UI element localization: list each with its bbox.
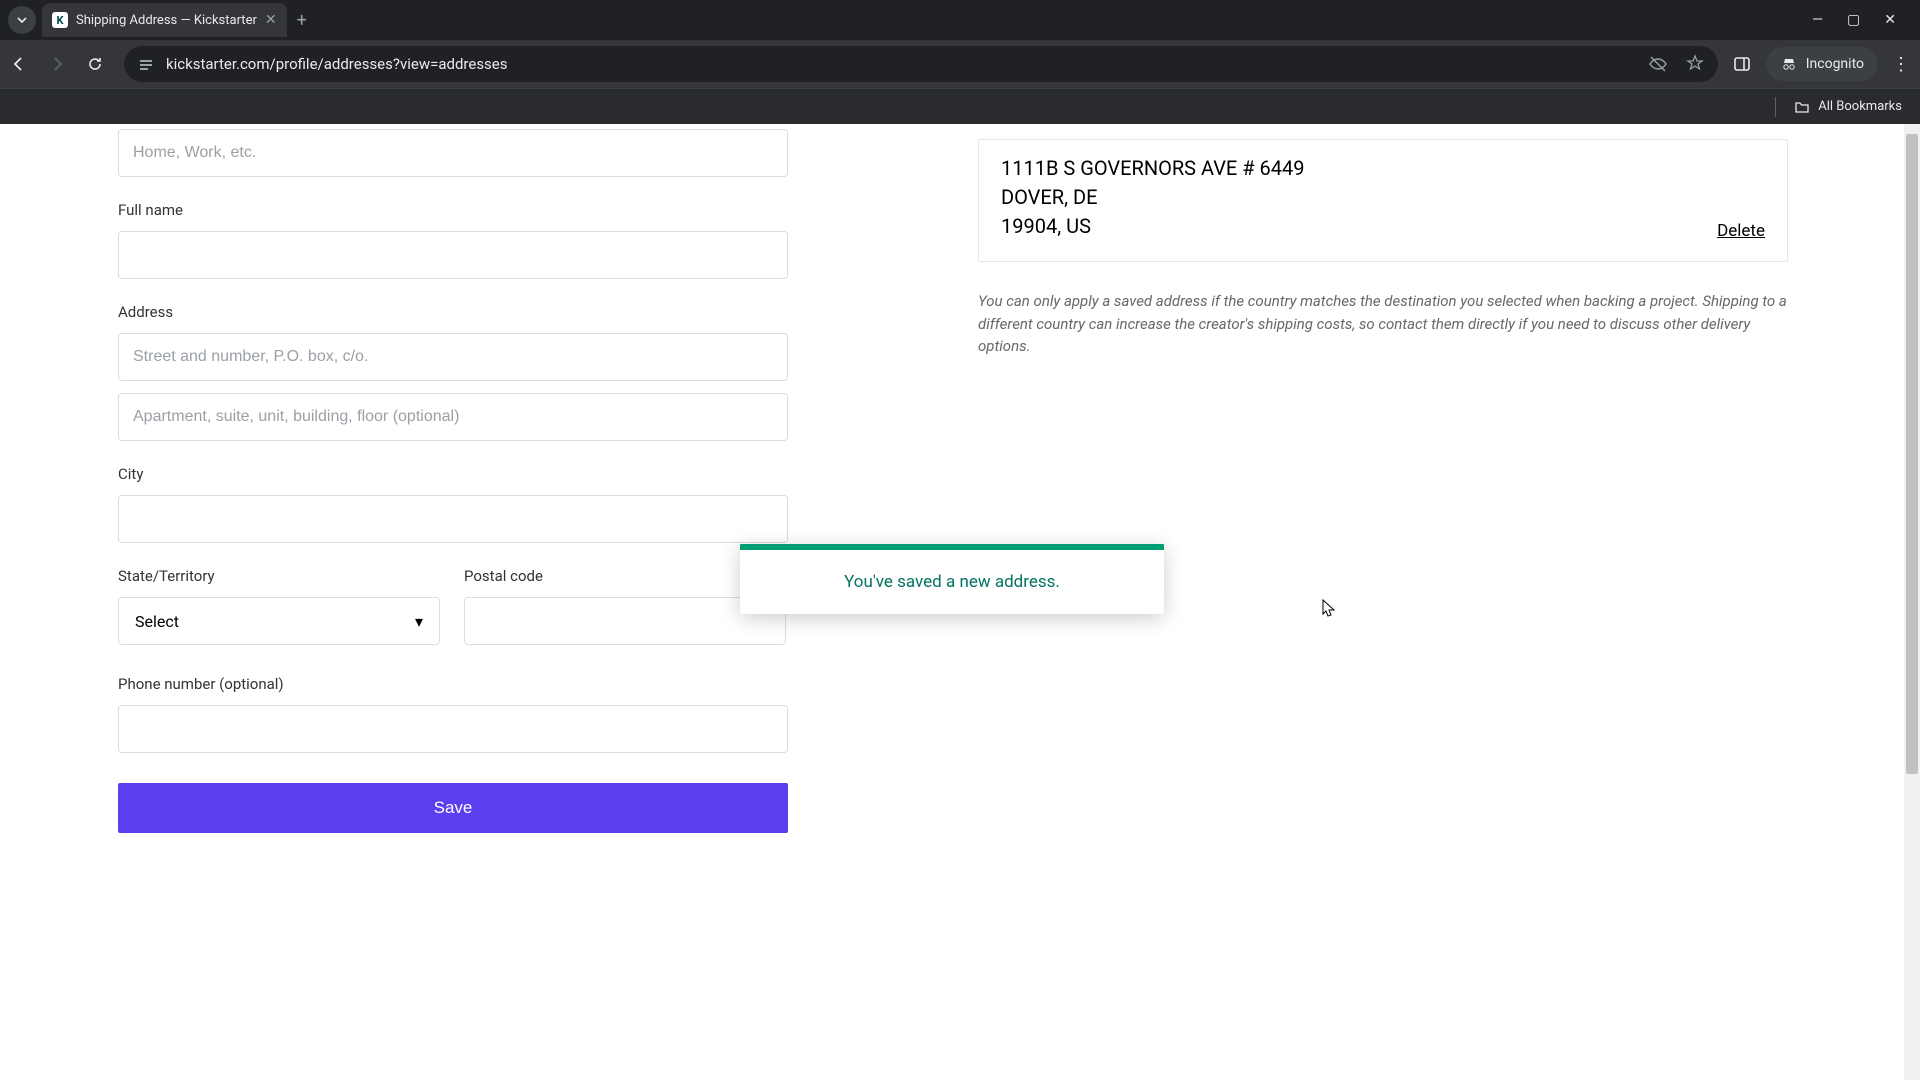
phone-input[interactable] [118, 705, 788, 753]
save-button[interactable]: Save [118, 783, 788, 833]
side-panel-icon[interactable] [1732, 54, 1752, 74]
toast-message: You've saved a new address. [740, 550, 1164, 614]
page-viewport: Full name Address City State/Territory S… [0, 124, 1920, 1080]
nickname-input[interactable] [118, 129, 788, 177]
window-controls: — ▢ ✕ [1812, 12, 1912, 28]
tab-search-button[interactable] [8, 6, 36, 34]
bookmarks-bar: All Bookmarks [0, 88, 1920, 124]
address-line-1: 1111B S GOVERNORS AVE # 6449 [1001, 154, 1305, 183]
bookmark-star-icon[interactable] [1686, 54, 1704, 74]
address-line-3: 19904, US [1001, 212, 1305, 241]
minimize-button[interactable]: — [1812, 12, 1823, 28]
shipping-note: You can only apply a saved address if th… [978, 290, 1788, 358]
address-line1-input[interactable] [118, 333, 788, 381]
address-bar[interactable]: kickstarter.com/profile/addresses?view=a… [124, 46, 1718, 82]
state-selected-value: Select [135, 612, 179, 631]
close-window-button[interactable]: ✕ [1884, 12, 1896, 28]
address-label: Address [118, 303, 788, 321]
address-form: Full name Address City State/Territory S… [118, 129, 788, 833]
incognito-label: Incognito [1806, 56, 1864, 72]
tab-title: Shipping Address — Kickstarter [76, 13, 257, 28]
caret-down-icon: ▾ [415, 612, 423, 631]
scroll-thumb[interactable] [1906, 134, 1918, 774]
reload-button[interactable] [86, 55, 110, 73]
state-select[interactable]: Select ▾ [118, 597, 440, 645]
saved-address-card: 1111B S GOVERNORS AVE # 6449 DOVER, DE 1… [978, 139, 1788, 262]
incognito-indicator[interactable]: Incognito [1766, 47, 1878, 81]
phone-label: Phone number (optional) [118, 675, 788, 693]
city-input[interactable] [118, 495, 788, 543]
tab-strip: K Shipping Address — Kickstarter ✕ + — ▢… [0, 0, 1920, 40]
address-line2-input[interactable] [118, 393, 788, 441]
postal-label: Postal code [464, 567, 786, 585]
forward-button[interactable] [48, 55, 72, 73]
browser-tab[interactable]: K Shipping Address — Kickstarter ✕ [42, 3, 287, 37]
vertical-scrollbar[interactable] [1904, 124, 1920, 1080]
eye-off-icon[interactable] [1648, 54, 1668, 74]
incognito-icon [1780, 55, 1798, 73]
address-line-2: DOVER, DE [1001, 183, 1305, 212]
maximize-button[interactable]: ▢ [1847, 12, 1860, 28]
success-toast: You've saved a new address. [740, 544, 1164, 614]
favicon-icon: K [52, 12, 68, 28]
fullname-label: Full name [118, 201, 788, 219]
all-bookmarks-button[interactable]: All Bookmarks [1818, 99, 1902, 114]
chevron-down-icon [16, 14, 28, 26]
postal-input[interactable] [464, 597, 786, 645]
city-label: City [118, 465, 788, 483]
delete-address-link[interactable]: Delete [1717, 221, 1765, 241]
folder-icon [1794, 99, 1810, 115]
back-button[interactable] [10, 55, 34, 73]
fullname-input[interactable] [118, 231, 788, 279]
site-info-icon[interactable] [138, 56, 154, 72]
url-text: kickstarter.com/profile/addresses?view=a… [166, 55, 508, 73]
tab-close-button[interactable]: ✕ [265, 12, 277, 28]
browser-toolbar: kickstarter.com/profile/addresses?view=a… [0, 40, 1920, 88]
menu-button[interactable]: ⋮ [1892, 54, 1910, 75]
state-label: State/Territory [118, 567, 440, 585]
new-tab-button[interactable]: + [297, 10, 307, 31]
